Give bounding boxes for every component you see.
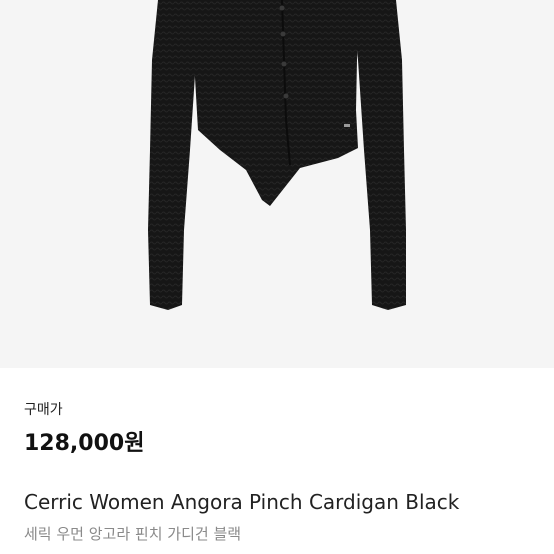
product-image[interactable] [0,0,554,368]
button-1 [279,5,285,11]
button-3 [281,61,287,67]
price-label: 구매가 [24,402,63,418]
button-2 [280,31,286,37]
cardigan-illustration [148,0,406,310]
product-name-ko: 세릭 우먼 앙고라 핀치 가디건 블랙 [24,525,242,543]
right-sleeve [352,0,406,310]
price-value: 128,000원 [24,431,145,456]
button-4 [283,93,289,99]
product-page: 구매가 128,000원 Cerric Women Angora Pinch C… [0,0,554,554]
product-info: 구매가 128,000원 Cerric Women Angora Pinch C… [0,368,554,554]
cardigan-body [194,0,359,206]
product-name-en[interactable]: Cerric Women Angora Pinch Cardigan Black [24,490,459,514]
left-sleeve [148,0,202,310]
logo-tag [344,124,350,127]
